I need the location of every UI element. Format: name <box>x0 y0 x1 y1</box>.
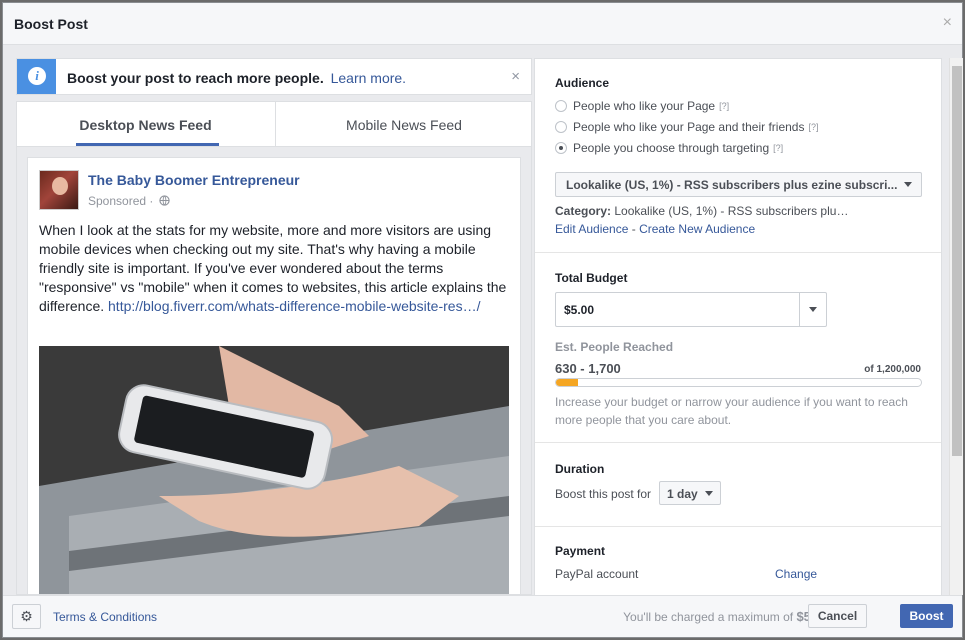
option-label: People who like your Page and their frie… <box>573 120 805 134</box>
banner-message: Boost your post to reach more people. <box>67 70 324 86</box>
dialog-titlebar: Boost Post × <box>3 3 962 45</box>
learn-more-link[interactable]: Learn more. <box>331 70 406 86</box>
duration-value: 1 day <box>667 487 698 501</box>
dialog-footer: ⚙ Terms & Conditions You'll be charged a… <box>3 595 962 637</box>
sponsored-label: Sponsored · <box>88 194 170 208</box>
charge-notice: You'll be charged a maximum of $5.00 <box>623 609 829 624</box>
create-audience-link[interactable]: Create New Audience <box>639 222 755 236</box>
reach-bar <box>555 378 922 387</box>
budget-hint: Increase your budget or narrow your audi… <box>555 395 908 427</box>
chevron-down-icon <box>705 491 713 496</box>
audience-select-value: Lookalike (US, 1%) - RSS subscribers plu… <box>566 178 898 192</box>
audience-links: Edit Audience - Create New Audience <box>555 222 755 236</box>
audience-select[interactable]: Lookalike (US, 1%) - RSS subscribers plu… <box>555 172 922 197</box>
reach-max: of 1,200,000 <box>864 364 921 375</box>
tab-label: Mobile News Feed <box>346 117 462 133</box>
audience-section: Audience People who like your Page [?] Pe… <box>535 59 941 253</box>
category-value: Lookalike (US, 1%) - RSS subscribers plu… <box>614 204 849 218</box>
banner-text: Boost your post to reach more people. Le… <box>67 70 406 86</box>
page-avatar <box>39 170 79 210</box>
cancel-button[interactable]: Cancel <box>808 604 867 628</box>
feed-preview-panel: Desktop News Feed Mobile News Feed The B… <box>16 101 532 595</box>
reach-bar-fill <box>556 379 578 386</box>
help-link[interactable]: [?] <box>719 101 729 111</box>
active-tab-indicator <box>76 143 219 146</box>
tab-mobile-news-feed[interactable]: Mobile News Feed <box>275 102 531 147</box>
payment-method: PayPal account <box>555 567 639 581</box>
feed-tabs: Desktop News Feed Mobile News Feed <box>17 102 531 147</box>
info-icon: i <box>28 67 46 85</box>
tab-desktop-news-feed[interactable]: Desktop News Feed <box>17 102 274 147</box>
budget-value: $5.00 <box>564 303 595 317</box>
boost-button[interactable]: Boost <box>900 604 953 628</box>
post-preview: The Baby Boomer Entrepreneur Sponsored ·… <box>27 157 521 594</box>
audience-option-page-likes-friends[interactable]: People who like your Page and their frie… <box>555 120 819 134</box>
budget-input[interactable]: $5.00 <box>555 292 827 327</box>
audience-title: Audience <box>555 76 610 90</box>
edit-audience-link[interactable]: Edit Audience <box>555 222 628 236</box>
payment-title: Payment <box>555 544 606 558</box>
page-name-link[interactable]: The Baby Boomer Entrepreneur <box>88 172 300 188</box>
terms-link[interactable]: Terms & Conditions <box>53 610 157 624</box>
sponsored-text: Sponsored · <box>88 194 154 208</box>
dialog-title: Boost Post <box>14 16 88 32</box>
info-banner: i Boost your post to reach more people. … <box>16 58 532 95</box>
post-image <box>39 346 509 594</box>
scrollbar[interactable] <box>949 58 963 595</box>
option-label: People you choose through targeting <box>573 141 770 155</box>
audience-option-page-likes[interactable]: People who like your Page [?] <box>555 99 729 113</box>
charge-text: You'll be charged a maximum of <box>623 610 794 624</box>
info-icon-box: i <box>17 59 56 94</box>
boost-settings-panel: Audience People who like your Page [?] Pe… <box>534 58 942 598</box>
help-link[interactable]: [?] <box>773 143 783 153</box>
change-payment-link[interactable]: Change <box>775 567 817 581</box>
audience-option-targeting[interactable]: People you choose through targeting [?] <box>555 141 783 155</box>
option-label: People who like your Page <box>573 99 716 113</box>
scrollbar-thumb[interactable] <box>952 66 962 456</box>
budget-title: Total Budget <box>555 271 628 285</box>
reach-label: Est. People Reached <box>555 340 674 354</box>
reach-value: 630 - 1,700 <box>555 361 621 376</box>
tab-label: Desktop News Feed <box>79 117 212 133</box>
radio-button-selected[interactable] <box>555 142 567 154</box>
chevron-down-icon <box>809 307 817 312</box>
payment-section: Payment PayPal account Change <box>535 527 941 597</box>
link-separator: - <box>628 222 640 236</box>
duration-select[interactable]: 1 day <box>659 481 721 505</box>
close-icon[interactable]: × <box>943 14 952 32</box>
gear-icon[interactable]: ⚙ <box>12 604 41 629</box>
chevron-down-icon <box>904 182 912 187</box>
budget-section: Total Budget $5.00 Est. People Reached 6… <box>535 253 941 443</box>
duration-label: Boost this post for <box>555 487 652 501</box>
phone-in-hands-illustration <box>39 346 509 594</box>
globe-icon <box>159 195 170 206</box>
banner-close-icon[interactable]: × <box>511 68 520 85</box>
radio-button[interactable] <box>555 100 567 112</box>
budget-dropdown[interactable] <box>799 293 826 326</box>
boost-post-dialog: Boost Post × i Boost your post to reach … <box>2 2 963 638</box>
audience-category: Category: Lookalike (US, 1%) - RSS subsc… <box>555 204 848 218</box>
help-link[interactable]: [?] <box>808 122 818 132</box>
duration-title: Duration <box>555 462 605 476</box>
duration-section: Duration Boost this post for 1 day <box>535 443 941 527</box>
post-body: When I look at the stats for my website,… <box>39 221 511 316</box>
category-label: Category: <box>555 204 612 218</box>
radio-button[interactable] <box>555 121 567 133</box>
post-link[interactable]: http://blog.fiverr.com/whats-difference-… <box>108 298 480 314</box>
